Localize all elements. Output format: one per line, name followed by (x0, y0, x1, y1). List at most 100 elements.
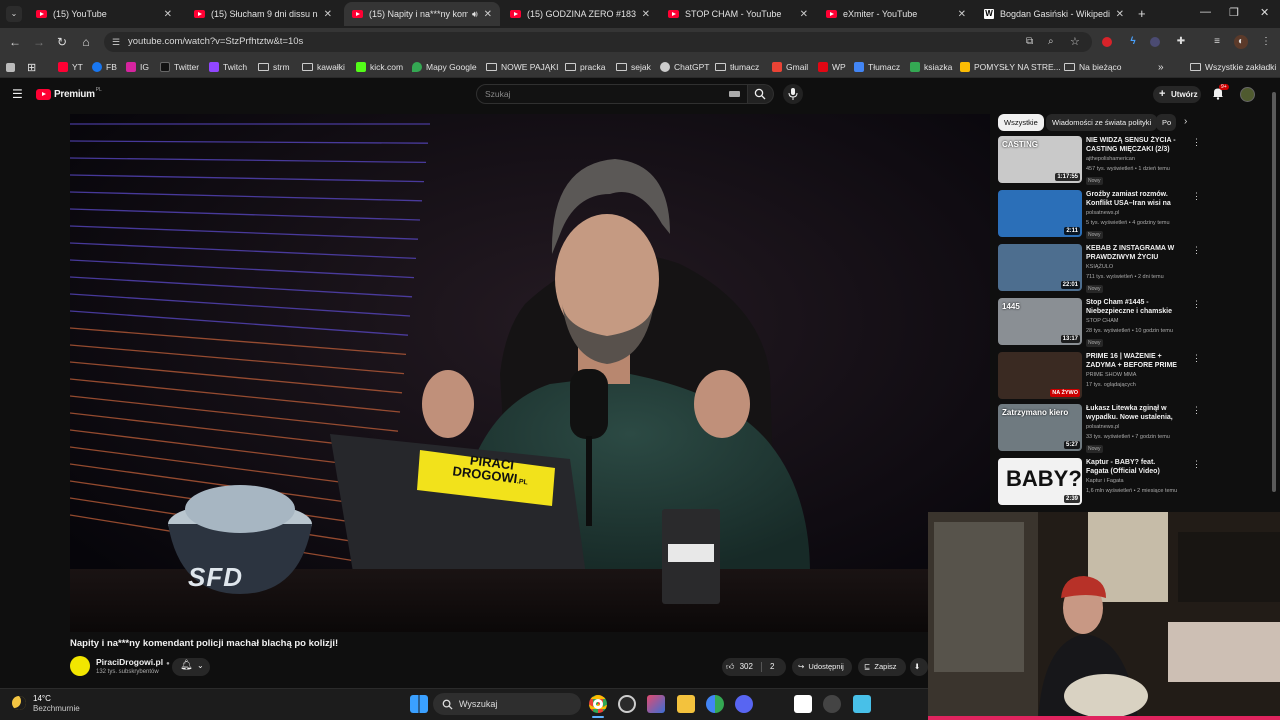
windows-start-icon[interactable] (410, 695, 428, 713)
bookmark-wp[interactable]: WP (818, 60, 846, 74)
discord-icon[interactable] (735, 695, 753, 713)
audio-playing-icon[interactable]: 🔊︎ (472, 9, 478, 20)
recommendation-channel[interactable]: polsatnews.pl (1086, 210, 1119, 216)
weather-description[interactable]: Bezchmurnie (33, 704, 80, 713)
browser-tab[interactable]: (15) Słucham 9 dni dissu na rak ✕ (186, 2, 340, 26)
video-thumbnail[interactable]: NA ŻYWO (998, 352, 1082, 399)
browser-tab[interactable]: W Bogdan Gasiński - Wikipedia ✕ (976, 2, 1132, 26)
recommendation-title[interactable]: KEBAB Z INSTAGRAMA W PRAWDZIWYM ŻYCIU (1086, 244, 1178, 262)
chip-more[interactable]: Po (1156, 114, 1176, 131)
apps-grid-icon[interactable] (6, 60, 19, 74)
save-button[interactable]: ⊑ Zapisz (858, 658, 906, 676)
browser-tab[interactable]: (15) GODZINA ZERO #183: KRZ ✕ (502, 2, 658, 26)
bookmark-maps[interactable]: Mapy Google (412, 60, 477, 74)
channel-avatar[interactable] (70, 656, 90, 676)
more-options-icon[interactable]: ⋮ (1192, 138, 1201, 147)
bookmark-gmail[interactable]: Gmail (772, 60, 808, 74)
close-icon[interactable]: ✕ (484, 9, 492, 20)
search-input[interactable]: Szukaj (476, 84, 748, 104)
browser-tab[interactable]: eXmiter - YouTube ✕ (818, 2, 974, 26)
back-icon[interactable]: ← (7, 34, 23, 50)
like-button[interactable]: 👍︎ 302 (726, 658, 753, 676)
site-info-icon[interactable]: ☰ (112, 37, 122, 47)
recommendation-channel[interactable]: STOP CHAM (1086, 318, 1119, 324)
restore-icon[interactable]: ❐ (1229, 6, 1239, 19)
tab-search-icon[interactable]: ⌄ (6, 6, 22, 22)
recommendation-item[interactable]: 22:01 KEBAB Z INSTAGRAMA W PRAWDZIWYM ŻYC… (998, 244, 1270, 294)
bookmark-kick[interactable]: kick.com (356, 60, 403, 74)
more-options-icon[interactable]: ⋮ (1192, 406, 1201, 415)
browser-tab[interactable]: STOP CHAM - YouTube ✕ (660, 2, 816, 26)
bookmark-folder-tlumacz[interactable]: tłumacz (715, 60, 759, 74)
bookmark-twitch[interactable]: Twitch (209, 60, 247, 74)
search-button[interactable] (748, 84, 774, 104)
recommendation-item[interactable]: 1445 13:17 Stop Cham #1445 - Niebezpieczne… (998, 298, 1270, 348)
reading-list-icon[interactable]: ≡ (1210, 35, 1224, 49)
subscription-bell-button[interactable]: 🔔︎ ⌄ (172, 658, 210, 676)
close-icon[interactable]: ✕ (800, 9, 808, 20)
video-thumbnail[interactable]: 22:01 (998, 244, 1082, 291)
chip-politics[interactable]: Wiadomości ze świata polityki (1046, 114, 1158, 131)
address-bar[interactable]: ☰ youtube.com/watch?v=StzPrfhtztw&t=10s … (104, 32, 1092, 52)
zoom-icon[interactable]: ⌕ (1048, 32, 1054, 52)
bookmark-twitter[interactable]: Twitter (160, 60, 199, 74)
share-button[interactable]: ↪ Udostępnij (792, 658, 852, 676)
bookmark-folder-nowe-pajaki[interactable]: NOWE PAJĄKI (486, 60, 558, 74)
video-thumbnail[interactable]: 2:11 (998, 190, 1082, 237)
extensions-puzzle-icon[interactable]: ✚ (1174, 35, 1188, 49)
forward-icon[interactable]: → (31, 34, 47, 50)
recommendation-item[interactable]: 2:11 Groźby zamiast rozmów. Konflikt USA–… (998, 190, 1270, 240)
all-bookmarks-folder[interactable]: Wszystkie zakładki (1190, 60, 1276, 74)
create-button[interactable]: + Utwórz (1153, 86, 1201, 103)
close-icon[interactable]: ✕ (324, 9, 332, 20)
weather-temperature[interactable]: 14°C (33, 694, 51, 703)
bookmarks-overflow-icon[interactable]: » (1158, 60, 1164, 74)
close-icon[interactable]: ✕ (164, 9, 172, 20)
recommendation-channel[interactable]: Kaptur i Fagata (1086, 478, 1124, 484)
channel-name[interactable]: PiraciDrogowi.pl ● (96, 657, 170, 667)
recommendation-title[interactable]: Kaptur - BABY? feat. Fagata (Official Vi… (1086, 458, 1178, 476)
install-app-icon[interactable]: ⧉ (1026, 32, 1033, 52)
cpu-monitor-icon[interactable] (618, 695, 636, 713)
menu-kebab-icon[interactable]: ⋮ (1259, 35, 1273, 49)
recommendation-item[interactable]: Zatrzymano kiero 5:27 Łukasz Litewka zginą… (998, 404, 1270, 454)
recommendation-channel[interactable]: ajthepolishamerican (1086, 156, 1135, 162)
recommendation-channel[interactable]: polsatnews.pl (1086, 424, 1119, 430)
extension-icon[interactable] (1150, 37, 1160, 47)
shield-icon[interactable] (706, 695, 724, 713)
close-icon[interactable]: ✕ (1116, 9, 1124, 20)
new-tab-icon[interactable]: + (1138, 6, 1146, 21)
more-options-icon[interactable]: ⋮ (1192, 460, 1201, 469)
page-scrollbar[interactable] (1272, 92, 1276, 492)
video-thumbnail[interactable]: BABY? 2:39 (998, 458, 1082, 505)
recommendation-title[interactable]: PRIME 16 | WAŻENIE + ZADYMA + BEFORE PRI… (1086, 352, 1178, 370)
account-avatar[interactable] (1240, 87, 1255, 102)
recommendation-title[interactable]: NIE WIDZĄ SENSU ŻYCIA - CASTING MIĘCZAKI… (1086, 136, 1178, 154)
video-player[interactable]: PIRACI DROGOWI.PL SFD (70, 114, 990, 632)
recommendation-title[interactable]: Groźby zamiast rozmów. Konflikt USA–Iran… (1086, 190, 1178, 208)
notifications-button[interactable]: 9+ (1212, 84, 1229, 101)
bookmark-folder-strm[interactable]: strm (258, 60, 290, 74)
more-options-icon[interactable]: ⋮ (1192, 300, 1201, 309)
video-thumbnail[interactable]: Zatrzymano kiero 5:27 (998, 404, 1082, 451)
bookmark-folder-kawalki[interactable]: kawałki (302, 60, 345, 74)
bookmark-pomysly[interactable]: POMYSŁY NA STRE... (960, 60, 1061, 74)
record-extension-icon[interactable] (1102, 37, 1112, 47)
chip-all[interactable]: Wszystkie (998, 114, 1044, 131)
file-explorer-icon[interactable] (677, 695, 695, 713)
close-icon[interactable]: ✕ (958, 9, 966, 20)
browser-tab[interactable]: (15) YouTube ✕ (28, 2, 180, 26)
download-button[interactable]: ⬇ (910, 658, 928, 676)
chevron-right-icon[interactable]: › (1184, 116, 1187, 127)
recommendation-title[interactable]: Łukasz Litewka zginął w wypadku. Nowe us… (1086, 404, 1178, 422)
home-icon[interactable]: ⌂ (78, 34, 94, 50)
notion-icon[interactable] (794, 695, 812, 713)
profile-avatar[interactable]: ◐ (1234, 35, 1248, 49)
hamburger-menu-icon[interactable]: ☰ (12, 87, 23, 101)
bookmark-folder-sejak[interactable]: sejak (616, 60, 651, 74)
bookmark-star-icon[interactable]: ☆ (1070, 32, 1080, 52)
close-window-icon[interactable]: ✕ (1260, 6, 1269, 19)
bookmark-ig[interactable]: IG (126, 60, 149, 74)
dislike-button[interactable]: 2 (770, 658, 774, 676)
apps-icon[interactable]: ⊞ (27, 60, 36, 74)
